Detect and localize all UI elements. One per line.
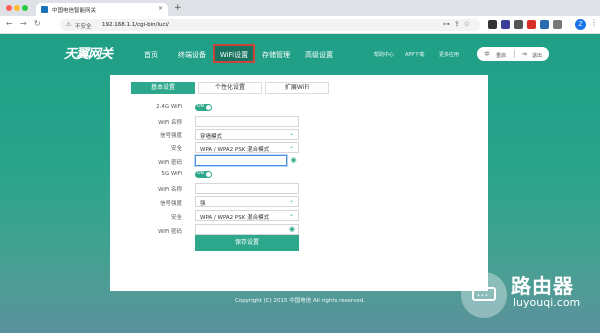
wifi5-label: 5G WiFi [161,171,182,177]
select-value: 穿墙模式 [200,134,223,140]
toggle-text: ON [197,171,204,176]
close-window-button[interactable] [6,5,12,11]
chevron-down-icon: ⌄ [288,143,294,150]
logout-button[interactable]: 退出 [532,52,542,59]
wifi5-name-input[interactable] [195,183,299,194]
nav-storage[interactable]: 存储管理 [262,50,290,60]
more-apps-link[interactable]: 更多应用 [439,51,459,58]
wifi5-signal-select[interactable]: 强 ⌄ [195,196,299,207]
nav-devices[interactable]: 终端设备 [178,50,206,60]
profile-avatar[interactable]: Z [575,19,586,30]
app-download-link[interactable]: APP下载 [405,51,424,58]
wifi5-password-label: WiFi 密码 [158,229,182,235]
chevron-down-icon: ⌄ [288,211,294,218]
forward-icon[interactable]: → [20,19,27,28]
wifi24-signal-select[interactable]: 穿墙模式 ⌄ [195,129,299,140]
wifi5-toggle[interactable]: ON [195,171,212,178]
menu-icon[interactable]: ⋮ [590,18,598,27]
wifi5-security-label: 安全 [170,215,182,221]
reload-icon[interactable]: ↻ [34,19,41,28]
show-password-icon[interactable]: ◉ [289,225,295,233]
browser-tab[interactable]: 中国电信智能网关 × [36,3,168,16]
back-icon[interactable]: ← [6,19,13,28]
chevron-down-icon: ⌄ [288,197,294,204]
help-link[interactable]: 帮助中心 [374,51,394,58]
wifi5-security-select[interactable]: WPA / WPA2 PSK 混合模式 ⌄ [195,210,299,221]
wifi24-signal-label: 信号强度 [159,133,182,139]
address-bar[interactable]: ⚠ 不安全 192.168.1.1/cgi-bin/luci/ ⊶⇪☆ [60,19,480,31]
logo: 天翼网关 [64,47,113,62]
wifi24-name-input[interactable] [195,116,299,127]
extension-icon[interactable] [501,20,510,29]
puzzle-icon[interactable] [553,20,562,29]
logout-icon[interactable]: ⇥ [521,50,527,58]
copyright-text: Copyright (C) 2015 中国电信 All rights reser… [234,298,365,304]
minimize-window-button[interactable] [14,5,20,11]
extension-icon[interactable] [540,20,549,29]
wifi24-password-input[interactable] [195,155,287,166]
toggle-text: ON [197,104,204,109]
maximize-window-button[interactable] [22,5,28,11]
watermark-url: luyouqi.com [513,296,581,309]
nav-wifi-settings[interactable]: WiFi设置 [213,44,255,63]
wifi24-security-label: 安全 [170,146,182,152]
nav-advanced[interactable]: 高级设置 [305,50,333,60]
warning-icon: ⚠ [66,21,72,28]
extension-icon[interactable] [488,20,497,29]
select-value: 强 [200,201,206,207]
wifi24-name-label: WiFi 名称 [158,120,182,126]
router-page: 天翼网关 首页 终端设备 WiFi设置 存储管理 高级设置 帮助中心 APP下载… [0,34,600,333]
wifi24-toggle[interactable]: ON [195,104,212,111]
restart-icon[interactable]: ✲ [484,50,490,58]
nav-wifi-label: WiFi设置 [219,51,249,59]
extension-icon[interactable] [514,20,523,29]
tab-close-icon[interactable]: × [158,5,163,12]
watermark-text: 路由器 [511,274,574,298]
chevron-down-icon: ⌄ [288,130,294,137]
browser-toolbar: ← → ↻ ⚠ 不安全 192.168.1.1/cgi-bin/luci/ ⊶⇪… [0,16,600,34]
restart-button[interactable]: 重启 [496,52,506,59]
pill-divider [514,50,515,58]
wifi5-signal-label: 信号强度 [159,201,182,207]
wifi5-name-label: WiFi 名称 [158,187,182,193]
wifi24-password-label: WiFi 密码 [158,160,182,166]
select-value: WPA / WPA2 PSK 混合模式 [200,215,270,221]
router-lights-icon: ••• [477,293,489,299]
nav-home[interactable]: 首页 [144,50,158,60]
favicon-icon [41,6,48,13]
url-text[interactable]: 192.168.1.1/cgi-bin/luci/ [102,22,169,28]
tab-basic[interactable]: 基本设置 [131,82,195,94]
select-value: WPA / WPA2 PSK 混合模式 [200,147,270,153]
tab-personalize[interactable]: 个性化设置 [198,82,262,94]
wifi24-label: 2.4G WiFi [156,104,182,110]
insecure-label: 不安全 [75,24,92,30]
browser-tabbar: 中国电信智能网关 × + [0,0,600,16]
show-password-icon[interactable]: ◉ [288,155,299,166]
save-button[interactable]: 保存设置 [195,235,299,251]
new-tab-button[interactable]: + [174,3,182,13]
wifi24-security-select[interactable]: WPA / WPA2 PSK 混合模式 ⌄ [195,142,299,153]
tab-extend-wifi[interactable]: 扩展WiFi [265,82,329,94]
extension-icon[interactable] [527,20,536,29]
wifi5-password-input[interactable]: ◉ [195,224,299,235]
omnibox-actions-icon[interactable]: ⊶⇪☆ [443,20,474,28]
tab-title: 中国电信智能网关 [52,8,97,14]
